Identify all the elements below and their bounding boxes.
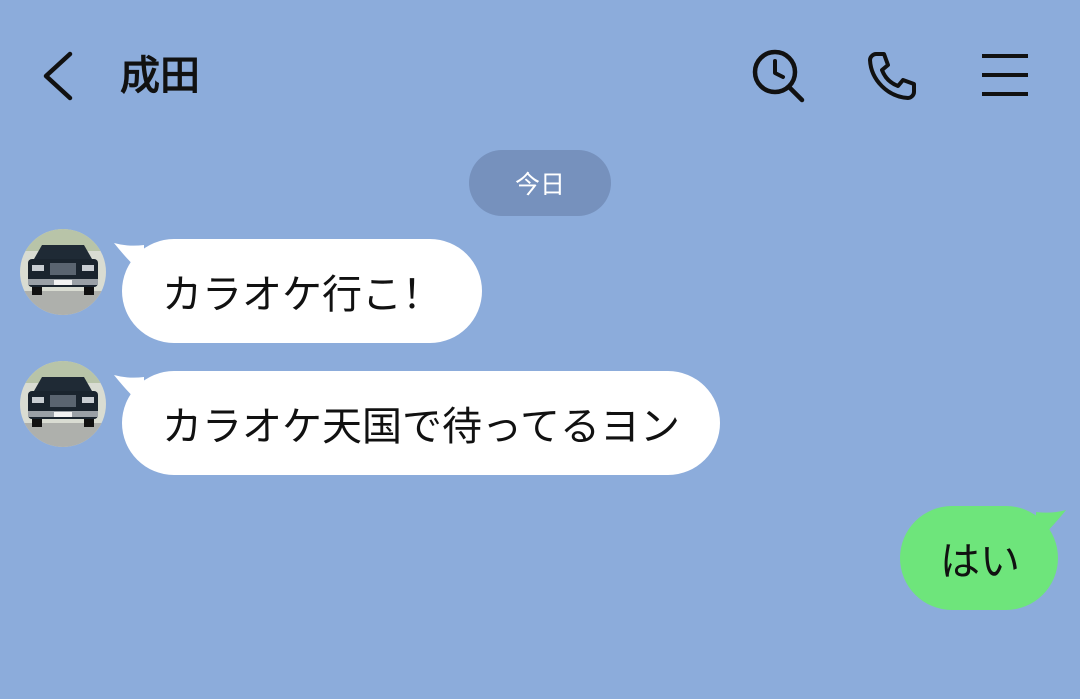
message-text: カラオケ天国で待ってるヨン: [162, 404, 680, 450]
back-button[interactable]: [36, 48, 84, 104]
menu-icon: [982, 54, 1028, 96]
contact-avatar[interactable]: [20, 229, 106, 315]
contact-name: 成田: [120, 53, 200, 99]
contact-avatar[interactable]: [20, 361, 106, 447]
menu-button[interactable]: [976, 46, 1036, 106]
message-bubble-incoming[interactable]: カラオケ天国で待ってるヨン: [114, 371, 720, 475]
chevron-left-icon: [43, 51, 73, 101]
message-text: カラオケ行こ！: [162, 272, 442, 318]
message-text: はい: [940, 539, 1020, 585]
phone-icon: [868, 52, 916, 100]
date-separator: 今日: [469, 150, 611, 216]
message-bubble-outgoing[interactable]: はい: [900, 506, 1066, 610]
call-button[interactable]: [862, 46, 922, 106]
bubble-tail: [114, 375, 144, 407]
search-clock-icon: [752, 49, 805, 103]
bubble-tail: [1036, 510, 1066, 542]
date-label: 今日: [514, 170, 565, 199]
message-bubble-incoming[interactable]: カラオケ行こ！: [114, 239, 482, 343]
car-avatar-image: [20, 229, 106, 315]
chat-header: 成田: [0, 0, 1080, 150]
car-avatar-image: [20, 361, 106, 447]
search-button[interactable]: [748, 46, 808, 106]
bubble-tail: [114, 243, 144, 275]
